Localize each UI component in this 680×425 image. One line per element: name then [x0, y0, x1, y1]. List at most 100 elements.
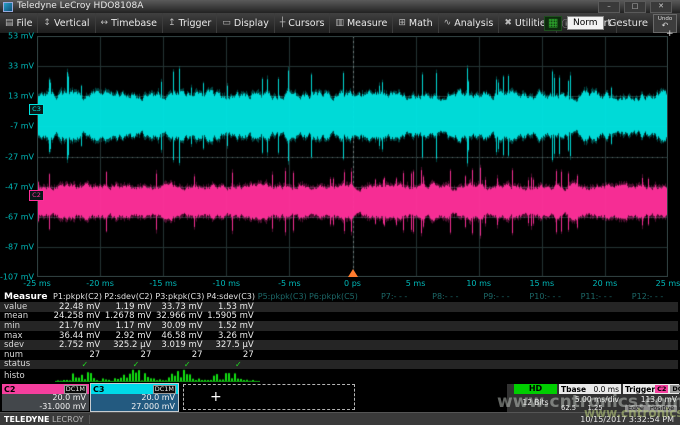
y-axis-label: 33 mV [0, 62, 34, 71]
channel-id: C3 [93, 385, 104, 394]
trigger-label: Trigger [625, 385, 655, 394]
display-icon: ▭ [222, 18, 231, 28]
trigger-box[interactable]: Trigger C2 DC 113.0 mV Edge Positive [623, 384, 679, 411]
menu-item-file[interactable]: ▤File [0, 13, 38, 33]
measure-column-header[interactable]: P5:pkpk(C3) [258, 292, 309, 301]
menu-item-analysis[interactable]: ∿Analysis [439, 13, 500, 33]
channel-body: 20.0 mV-31.000 mV [2, 394, 89, 411]
trigger-chips: C2 DC [655, 385, 680, 393]
measure-cell: 33.73 mV [155, 302, 206, 312]
menu-item-timebase[interactable]: ↔Timebase [96, 13, 163, 33]
measure-row-max: max36.44 mV2.92 mV46.58 mV3.26 mV [0, 331, 678, 341]
timebase-label: Tbase [561, 385, 586, 394]
measure-cell: 32.966 mV [155, 311, 206, 321]
measure-row-num: num27272727 [0, 350, 678, 360]
trigger-header: Trigger C2 DC [623, 384, 679, 394]
measure-column-header[interactable]: P8:- - - [411, 292, 462, 301]
oscilloscope-window: Teledyne LeCroy HDO8108A – □ ✕ ▤File↕Ver… [0, 0, 680, 425]
measure-cell: 3.26 mV [207, 331, 258, 341]
measure-cell: 1.19 mV [104, 302, 155, 312]
hd-mode-box[interactable]: HD 12 Bits [514, 384, 557, 411]
channel-box-c2[interactable]: C2DC1M20.0 mV-31.000 mV [2, 384, 89, 411]
gesture-button[interactable]: Gesture [609, 18, 648, 29]
analysis-chart-icon: ∿ [444, 18, 452, 28]
channel-id: C2 [4, 385, 15, 394]
add-channel-box[interactable]: + [183, 384, 355, 410]
y-axis-label: 13 mV [0, 92, 34, 101]
measure-cell: 3.019 mV [155, 340, 206, 350]
y-axis-label: -27 mV [0, 152, 34, 161]
measure-cell: 1.2678 mV [104, 311, 155, 321]
measure-column-header[interactable]: P10:- - - [514, 292, 565, 301]
math-icon: ⊞ [398, 18, 406, 28]
measure-column-header[interactable]: P11:- - - [565, 292, 616, 301]
menu-item-measure[interactable]: ▥Measure [330, 13, 393, 33]
status-check-icon: ✓ [207, 360, 258, 369]
x-axis-label: -20 ms [86, 279, 114, 288]
menu-bar: ▤File↕Vertical↔Timebase↥Trigger▭Display┼… [0, 13, 680, 34]
brand-lecroy: LECROY [52, 415, 83, 424]
channel-box-c3[interactable]: C3DC1M20.0 mV27.000 mV [91, 384, 178, 411]
trigger-level-marker[interactable]: + [666, 29, 674, 39]
menu-item-label: Measure [347, 18, 387, 29]
x-axis-label: 15 ms [529, 279, 554, 288]
norm-button[interactable]: Norm [567, 16, 604, 30]
grid-layout-icon[interactable]: ▦ [544, 16, 562, 31]
menu-item-trigger[interactable]: ↥Trigger [163, 13, 217, 33]
window-title: Teledyne LeCroy HDO8108A [17, 0, 143, 13]
x-axis-label: 20 ms [593, 279, 618, 288]
measure-cell: 46.58 mV [155, 331, 206, 341]
hd-bits: 12 Bits [514, 394, 557, 407]
channel-marker-c2[interactable]: C2 [29, 190, 44, 201]
y-axis-label: -87 mV [0, 242, 34, 251]
measure-column-header[interactable]: P6:pkpk(C5) [309, 292, 360, 301]
measure-cell: 2.752 mV [53, 340, 104, 350]
menu-item-label: Display [234, 18, 269, 29]
channel-marker-c3[interactable]: C3 [29, 104, 44, 115]
measure-column-header[interactable]: P1:pkpk(C2) [53, 292, 104, 301]
title-bar: Teledyne LeCroy HDO8108A – □ ✕ [0, 0, 680, 13]
measure-row-status: status✓✓✓✓ [0, 360, 678, 370]
timebase-scale: 5.00 ms/div [559, 394, 621, 404]
measure-row-value: value22.48 mV1.19 mV33.73 mV1.53 mV [0, 302, 678, 312]
app-logo-icon [3, 2, 13, 12]
trigger-time-marker[interactable] [348, 269, 358, 277]
histogram-sparkline [55, 369, 260, 382]
measure-row-label: mean [0, 311, 53, 321]
measure-cell: 325.2 µV [104, 340, 155, 350]
measure-row-label: min [0, 321, 53, 331]
minimize-button[interactable]: – [598, 1, 620, 13]
horizontal-arrows-icon: ↔ [101, 18, 109, 28]
timebase-box[interactable]: Tbase 0.0 ms 5.00 ms/div 62.5 MS 1.25 GS… [559, 384, 621, 411]
menu-item-cursors[interactable]: ┼Cursors [275, 13, 331, 33]
menu-item-vertical[interactable]: ↕Vertical [38, 13, 95, 33]
measure-cell: 27 [207, 350, 258, 360]
measure-column-header[interactable]: P7:- - - [360, 292, 411, 301]
measure-row-label: max [0, 331, 53, 341]
menu-item-display[interactable]: ▭Display [217, 13, 275, 33]
maximize-button[interactable]: □ [624, 1, 646, 13]
measure-cell: 22.48 mV [53, 302, 104, 312]
status-check-icon: ✓ [53, 360, 104, 369]
measure-row-histo: histo [0, 369, 678, 383]
measure-column-header[interactable]: P12:- - - [616, 292, 667, 301]
menu-right-cluster: ▦ Norm Gesture Undo ↶ [544, 13, 677, 33]
footer-divider [89, 415, 90, 424]
waveform-canvas[interactable] [37, 36, 668, 277]
y-axis-label: 53 mV [0, 32, 34, 41]
file-icon: ▤ [5, 18, 14, 28]
measure-column-header[interactable]: P9:- - - [463, 292, 514, 301]
measure-title: Measure [0, 292, 53, 302]
measure-column-header[interactable]: P2:sdev(C2) [104, 292, 155, 301]
trigger-coupling-badge: DC [670, 385, 680, 393]
x-axis-label: -5 ms [278, 279, 300, 288]
menu-item-math[interactable]: ⊞Math [393, 13, 438, 33]
x-axis-label: 5 ms [406, 279, 426, 288]
measure-cell: 30.09 mV [155, 321, 206, 331]
measure-row-label: histo [0, 371, 53, 381]
measure-column-header[interactable]: P3:pkpk(C3) [155, 292, 206, 301]
window-controls: – □ ✕ [598, 1, 672, 13]
measure-column-header[interactable]: P4:sdev(C3) [207, 292, 258, 301]
close-button[interactable]: ✕ [650, 1, 672, 13]
y-axis-label: -7 mV [0, 122, 34, 131]
